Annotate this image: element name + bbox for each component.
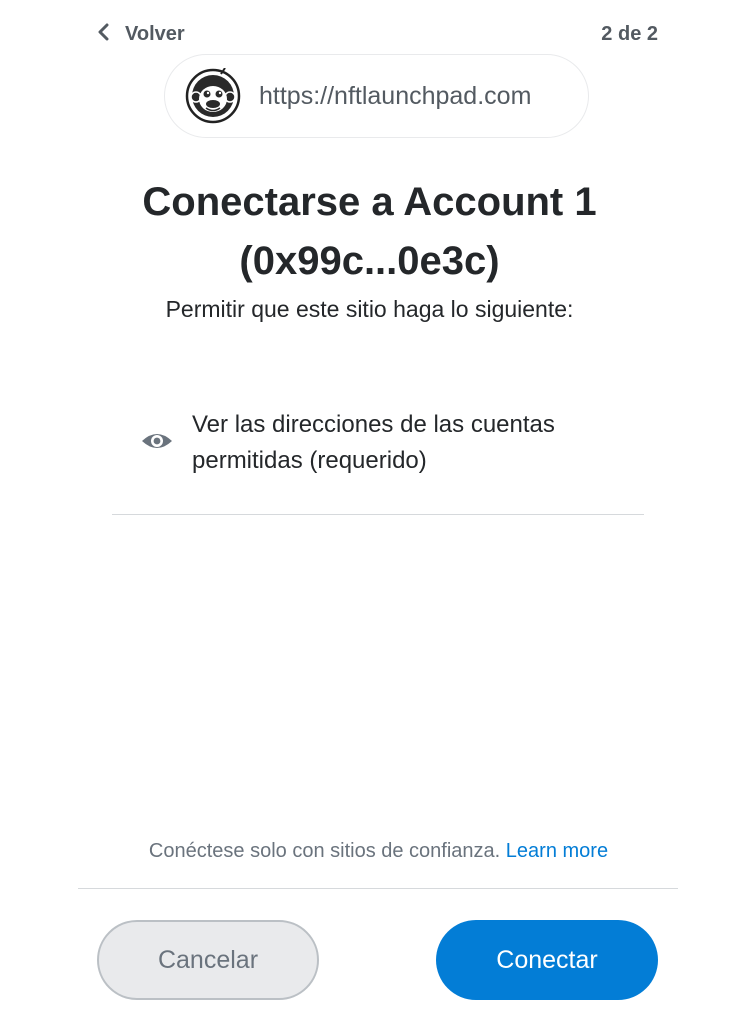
connect-button[interactable]: Conectar bbox=[436, 920, 658, 1000]
header: Volver 2 de 2 bbox=[97, 20, 658, 48]
divider bbox=[112, 514, 644, 515]
permission-line2: permitidas (requerido) bbox=[192, 447, 427, 474]
learn-more-link[interactable]: Learn more bbox=[506, 840, 608, 862]
trust-text: Conéctese solo con sitios de confianza. bbox=[148, 840, 501, 862]
page-title-line1: Conectarse a Account 1 bbox=[142, 180, 597, 224]
back-button[interactable]: Volver bbox=[97, 23, 185, 46]
cancel-button[interactable]: Cancelar bbox=[97, 920, 319, 1000]
trust-notice: Conéctese solo con sitios de confianza. … bbox=[0, 840, 739, 863]
site-logo bbox=[185, 68, 241, 124]
permission-line1: Ver las direcciones de las cuentas bbox=[192, 411, 555, 438]
page-title-account-address: (0x99c...0e3c) bbox=[239, 239, 500, 283]
back-label: Volver bbox=[125, 22, 185, 45]
site-url: https://nftlaunchpad.com bbox=[259, 81, 532, 110]
footer-divider bbox=[78, 888, 678, 889]
permissions-subtitle: Permitir que este sitio haga lo siguient… bbox=[165, 296, 574, 322]
permission-text: Ver las direcciones de las cuentas permi… bbox=[192, 407, 612, 479]
connect-page: Volver 2 de 2 https://nftlaunchpad.com C… bbox=[0, 0, 739, 1024]
chevron-left-icon bbox=[97, 23, 111, 46]
eye-icon bbox=[140, 430, 174, 457]
step-indicator: 2 de 2 bbox=[601, 22, 658, 45]
site-origin-pill: https://nftlaunchpad.com bbox=[164, 54, 589, 138]
permission-item: Ver las direcciones de las cuentas permi… bbox=[140, 407, 620, 479]
